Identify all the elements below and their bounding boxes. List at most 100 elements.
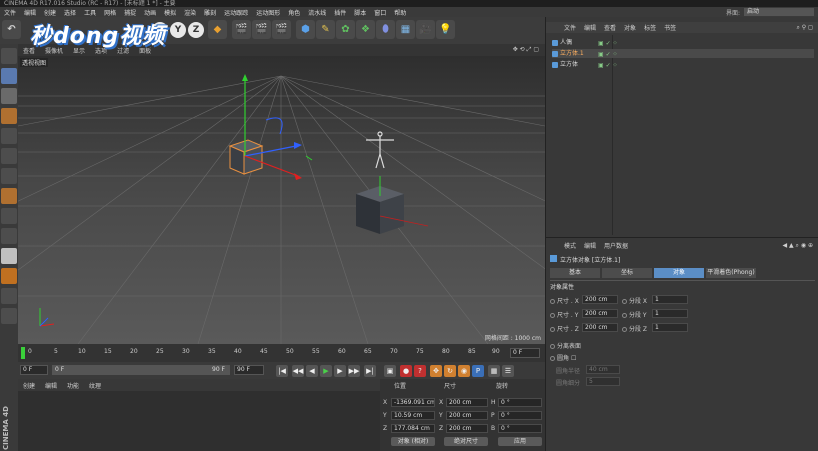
fillet-radius-field[interactable]: 40 cm [586, 365, 620, 374]
menu-plugins[interactable]: 插件 [330, 8, 350, 17]
menu-snap[interactable]: 捕捉 [120, 8, 140, 17]
object-menu-file[interactable]: 文件 [560, 23, 580, 32]
camera-icon[interactable]: 🎥 [416, 20, 435, 39]
size-y-field[interactable]: 200 cm [446, 411, 488, 420]
rot-b-field[interactable]: 0 ° [498, 424, 542, 433]
object-menu-tags[interactable]: 标签 [640, 23, 660, 32]
menu-render[interactable]: 渲染 [180, 8, 200, 17]
tab-coordinates[interactable]: 坐标 [602, 268, 652, 278]
undo-icon[interactable]: ↶ [2, 20, 21, 39]
array-icon[interactable]: ❖ [356, 20, 375, 39]
menu-edit[interactable]: 编辑 [20, 8, 40, 17]
cube-icon[interactable]: ⬢ [296, 20, 315, 39]
start-frame-field[interactable]: 0 F [20, 365, 48, 375]
menu-motion-tracker[interactable]: 运动跟踪 [220, 8, 252, 17]
menu-mesh[interactable]: 网格 [100, 8, 120, 17]
object-menu-edit[interactable]: 编辑 [580, 23, 600, 32]
anim-radio[interactable] [622, 327, 627, 332]
coord-mode-select[interactable]: 对象 (相对) [391, 437, 435, 446]
axis-mode-icon[interactable] [1, 188, 17, 204]
menu-script[interactable]: 脚本 [350, 8, 370, 17]
next-frame-icon[interactable]: ▶ [334, 365, 346, 377]
keyframe-mode-icon[interactable]: ▣ [384, 365, 396, 377]
grid-icon[interactable] [1, 288, 17, 304]
key-rotation-icon[interactable]: ◉ [458, 365, 470, 377]
material-manager-area[interactable] [18, 391, 380, 451]
anim-radio[interactable] [550, 327, 555, 332]
edges-mode-icon[interactable] [1, 148, 17, 164]
attr-menu-user-data[interactable]: 用户数据 [600, 241, 632, 250]
object-menu-bookmarks[interactable]: 书签 [660, 23, 680, 32]
menu-help[interactable]: 帮助 [390, 8, 410, 17]
anim-radio[interactable] [550, 313, 555, 318]
texture-mode-icon[interactable] [1, 88, 17, 104]
size-x-field[interactable]: 200 cm [446, 398, 488, 407]
size-x-attr-field[interactable]: 200 cm [582, 295, 618, 304]
deformer-icon[interactable]: ⬮ [376, 20, 395, 39]
menu-window[interactable]: 窗口 [370, 8, 390, 17]
seg-y-attr-field[interactable]: 1 [652, 309, 688, 318]
attr-menu-mode[interactable]: 模式 [560, 241, 580, 250]
attr-navigation-icons[interactable]: ◀ ▲ ⌕ ◉ ⊕ [779, 242, 818, 250]
polygons-mode-icon[interactable] [1, 168, 17, 184]
keyframe-selection-icon[interactable]: ✥ [430, 365, 442, 377]
object-row-figure[interactable]: 人偶 ▣ ✓ ⁘ [552, 38, 814, 47]
tab-phong[interactable]: 平滑着色(Phong) [706, 268, 756, 278]
render-view-icon[interactable]: 🎬 [232, 20, 251, 39]
tab-object[interactable]: 对象 [654, 268, 704, 278]
rot-p-field[interactable]: 0 ° [498, 411, 542, 420]
timeline-ruler[interactable]: 0 5 10 15 20 25 30 35 40 45 50 55 60 65 … [18, 344, 545, 362]
pen-icon[interactable]: ✎ [316, 20, 335, 39]
prev-frame-icon[interactable]: ◀ [306, 365, 318, 377]
material-menu-function[interactable]: 功能 [62, 381, 84, 390]
material-menu-create[interactable]: 创建 [18, 381, 40, 390]
light-icon[interactable]: 💡 [436, 20, 455, 39]
render-picture-viewer-icon[interactable]: 🎬 [252, 20, 271, 39]
menu-mograph[interactable]: 运动图形 [252, 8, 284, 17]
object-row-cube-1[interactable]: 立方体.1 ▣ ✓ ⁘ [552, 49, 814, 58]
playhead-marker[interactable] [21, 347, 25, 359]
y-axis-lock-button[interactable]: Y [170, 22, 186, 38]
object-visibility-icons[interactable]: ▣ ✓ ⁘ [598, 39, 618, 48]
menu-tools[interactable]: 工具 [80, 8, 100, 17]
render-settings-icon[interactable]: 🎬 [272, 20, 291, 39]
current-frame-field[interactable]: 0 F [510, 348, 540, 358]
auto-key-icon[interactable]: ? [414, 365, 426, 377]
apply-button[interactable]: 应用 [498, 437, 542, 446]
tab-basic[interactable]: 基本 [550, 268, 600, 278]
object-visibility-icons[interactable]: ▣ ✓ ⁘ [598, 61, 618, 70]
anim-radio[interactable] [550, 356, 555, 361]
perspective-viewport[interactable]: 透视视图 网格间距 : 1000 cm [18, 56, 545, 344]
layout-select[interactable]: 启动 [744, 8, 814, 16]
goto-start-icon[interactable]: |◀ [276, 365, 288, 377]
menu-file[interactable]: 文件 [0, 8, 20, 17]
prev-key-icon[interactable]: ◀◀ [292, 365, 304, 377]
menu-character[interactable]: 角色 [284, 8, 304, 17]
coordinate-system-icon[interactable]: ◆ [208, 20, 227, 39]
object-row-cube[interactable]: 立方体 ▣ ✓ ⁘ [552, 60, 814, 69]
attr-menu-edit[interactable]: 编辑 [580, 241, 600, 250]
object-menu-view[interactable]: 查看 [600, 23, 620, 32]
floor-icon[interactable]: ▦ [396, 20, 415, 39]
anim-radio[interactable] [622, 313, 627, 318]
preview-range-slider[interactable]: 0 F 90 F [52, 365, 230, 375]
viewport-navigation-icons[interactable]: ✥ ⟲ ⤢ ▢ [508, 46, 545, 54]
size-z-field[interactable]: 200 cm [446, 424, 488, 433]
anim-radio[interactable] [550, 344, 555, 349]
menu-simulate[interactable]: 模拟 [160, 8, 180, 17]
record-icon[interactable]: ● [400, 365, 412, 377]
menu-animate[interactable]: 动画 [140, 8, 160, 17]
workplane-icon[interactable] [1, 108, 17, 124]
material-menu-edit[interactable]: 编辑 [40, 381, 62, 390]
anim-radio[interactable] [550, 299, 555, 304]
play-icon[interactable]: ▶ [320, 365, 332, 377]
size-y-attr-field[interactable]: 200 cm [582, 309, 618, 318]
object-search-icon[interactable]: ⌕ ⚲ ◻ [792, 24, 818, 32]
snap-s-icon[interactable] [1, 248, 17, 264]
seg-z-attr-field[interactable]: 1 [652, 323, 688, 332]
goto-end-icon[interactable]: ▶| [364, 365, 376, 377]
menu-select[interactable]: 选择 [60, 8, 80, 17]
pos-z-field[interactable]: 177.084 cm [391, 424, 435, 433]
subdivision-icon[interactable]: ✿ [336, 20, 355, 39]
pos-y-field[interactable]: 10.59 cm [391, 411, 435, 420]
